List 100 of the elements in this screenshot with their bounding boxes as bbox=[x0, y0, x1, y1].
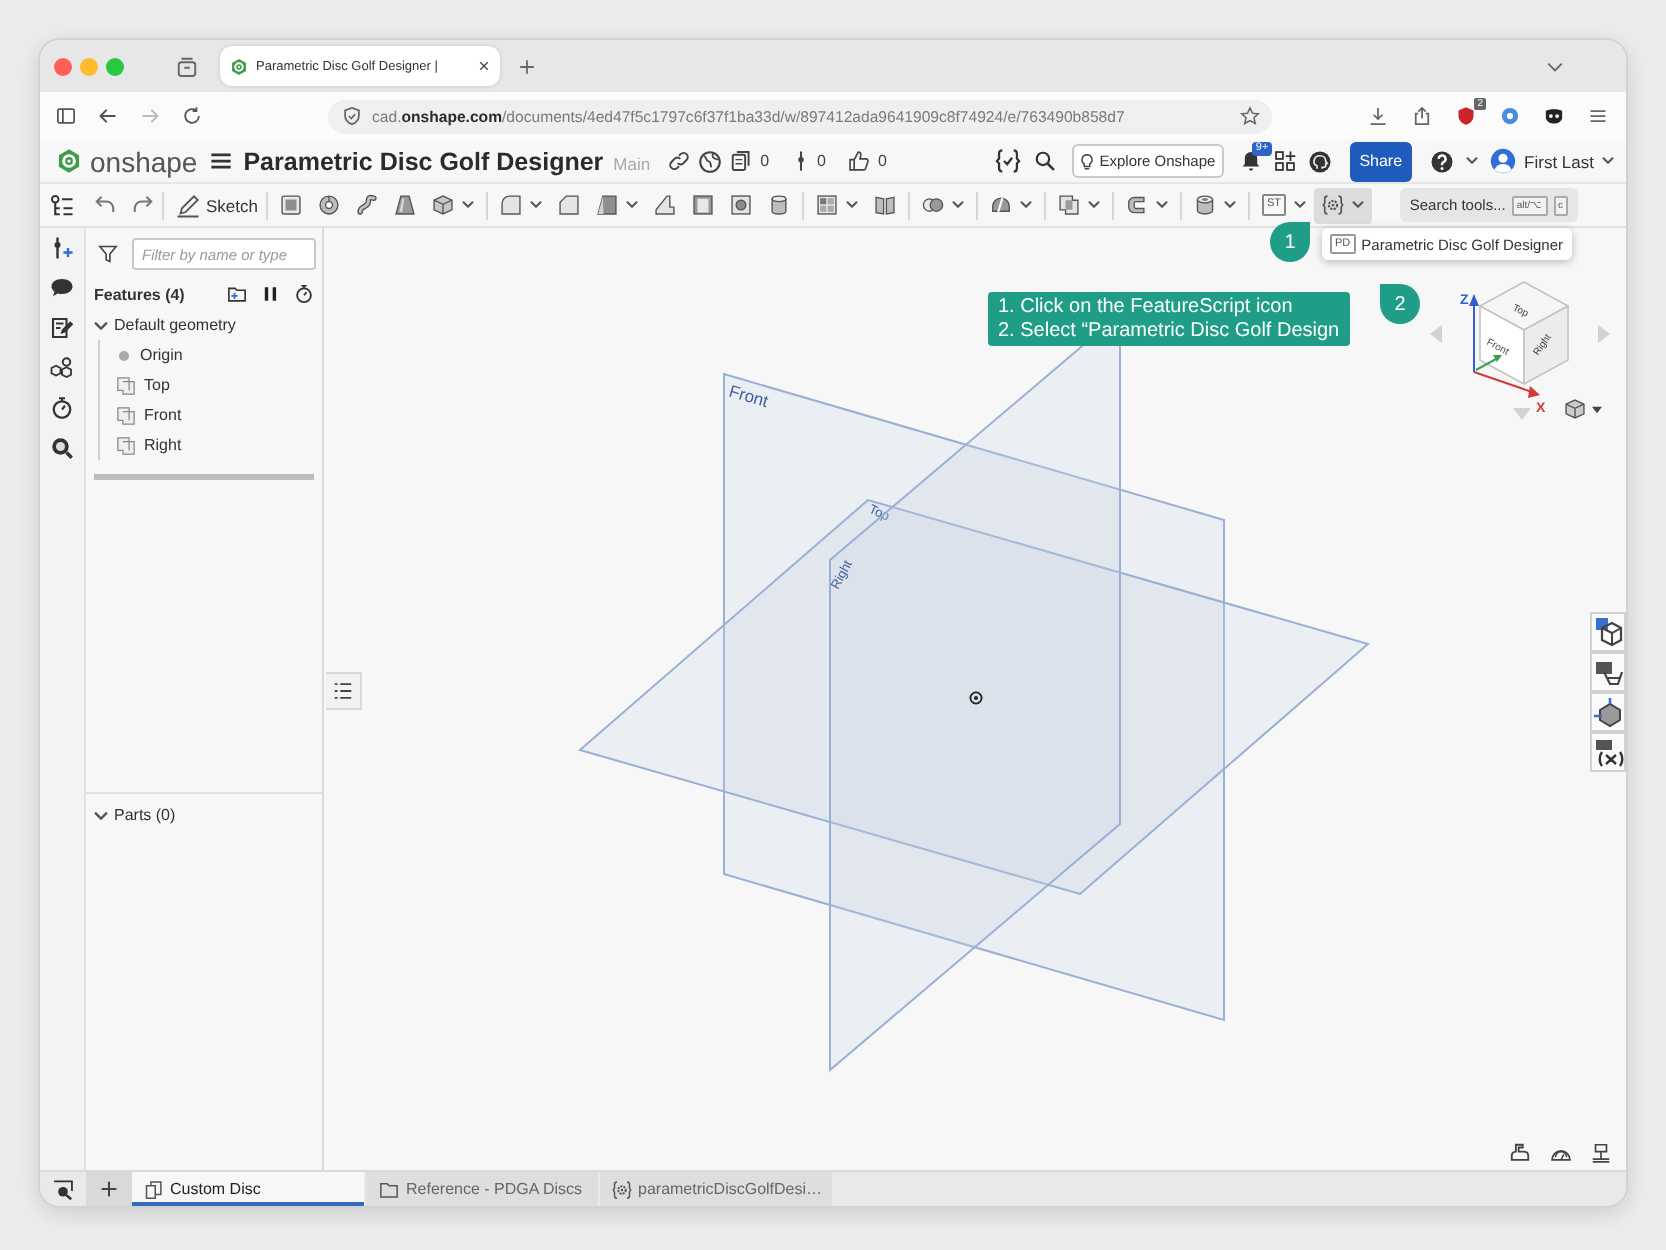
globe-icon[interactable] bbox=[698, 149, 723, 173]
point-icon bbox=[116, 347, 132, 363]
tree-item[interactable]: Front bbox=[144, 406, 182, 424]
caret-icon[interactable] bbox=[1224, 200, 1236, 210]
sidebar-icon[interactable] bbox=[56, 106, 76, 126]
gear-braces-icon[interactable] bbox=[612, 1179, 632, 1199]
hexagons-icon[interactable] bbox=[50, 356, 74, 380]
part-studio-icon[interactable] bbox=[144, 1179, 164, 1199]
apps-icon[interactable] bbox=[1273, 150, 1296, 172]
cube-face[interactable] bbox=[1479, 305, 1525, 385]
step-marker: 1 bbox=[1270, 222, 1310, 262]
logo-text: onshape bbox=[90, 145, 198, 177]
features-heading: Features (4) bbox=[94, 285, 187, 303]
back-arrow-icon[interactable] bbox=[98, 106, 118, 126]
head-profile-icon[interactable] bbox=[1307, 149, 1332, 173]
extension-icon[interactable] bbox=[1544, 106, 1564, 126]
tree-item[interactable]: Top bbox=[144, 376, 170, 394]
panel-toggle-button[interactable] bbox=[326, 672, 362, 710]
tool-button[interactable] bbox=[1314, 187, 1373, 223]
sketch-button[interactable]: Sketch bbox=[172, 193, 262, 217]
chevron-down-icon[interactable] bbox=[94, 319, 108, 331]
cube-icon[interactable] bbox=[1564, 398, 1586, 420]
document-title[interactable]: Parametric Disc Golf Designer bbox=[243, 147, 604, 175]
tab[interactable]: Custom Disc bbox=[132, 1172, 364, 1206]
undo-icon[interactable] bbox=[94, 194, 116, 216]
share-button[interactable]: Share bbox=[1349, 141, 1413, 181]
caret-icon[interactable] bbox=[626, 200, 638, 210]
pencil-icon bbox=[176, 193, 200, 217]
step-profile-icon bbox=[654, 194, 676, 216]
plane-label: Front bbox=[726, 380, 771, 412]
variable-icon[interactable] bbox=[1590, 732, 1626, 772]
caret-icon[interactable] bbox=[1466, 156, 1479, 166]
avatar-icon bbox=[1490, 148, 1517, 174]
folder-plus-icon[interactable] bbox=[226, 284, 248, 304]
caret-icon bbox=[1602, 156, 1614, 166]
plane-icon bbox=[116, 375, 136, 395]
shield-icon bbox=[342, 106, 362, 126]
pedestal-icon[interactable] bbox=[1590, 1142, 1612, 1164]
folder-icon[interactable] bbox=[378, 1179, 400, 1199]
caret-icon[interactable] bbox=[1294, 200, 1307, 210]
notes-icon[interactable] bbox=[50, 316, 74, 340]
tab[interactable]: parametricDiscGolfDesi… bbox=[600, 1172, 832, 1206]
help-icon[interactable] bbox=[1430, 149, 1455, 173]
tooltip-text: 1. Click on the FeatureScript icon bbox=[998, 296, 1295, 319]
download-icon[interactable] bbox=[1368, 106, 1388, 126]
lightbulb-icon bbox=[1077, 151, 1096, 171]
redo-icon[interactable] bbox=[132, 194, 154, 216]
grid-icon bbox=[816, 194, 838, 216]
parts-heading[interactable]: Parts (0) bbox=[114, 806, 176, 824]
caret-icon[interactable] bbox=[1352, 200, 1365, 210]
cylinder-icon bbox=[768, 194, 790, 216]
menu-icon[interactable] bbox=[1588, 106, 1608, 126]
box-basket-icon[interactable] bbox=[1590, 652, 1626, 692]
stamp-icon[interactable] bbox=[1508, 1142, 1532, 1164]
tree-item[interactable]: Origin bbox=[140, 346, 183, 364]
caret-icon[interactable] bbox=[1592, 405, 1602, 413]
menu-icon[interactable] bbox=[209, 150, 232, 172]
link-icon[interactable] bbox=[668, 150, 691, 172]
reload-icon[interactable] bbox=[182, 106, 202, 126]
tree-item[interactable]: Right bbox=[144, 436, 182, 454]
caret-icon[interactable] bbox=[462, 200, 474, 210]
caret-icon[interactable] bbox=[846, 200, 858, 210]
documents-icon[interactable] bbox=[730, 150, 753, 172]
bell-icon[interactable] bbox=[1239, 150, 1262, 172]
tree-item[interactable]: Default geometry bbox=[114, 316, 236, 334]
filter-icon[interactable] bbox=[98, 244, 118, 264]
share-icon[interactable] bbox=[1412, 106, 1432, 126]
comment-icon[interactable] bbox=[50, 276, 74, 300]
tab-overview-icon[interactable] bbox=[176, 55, 198, 77]
stopwatch-icon[interactable] bbox=[294, 284, 314, 304]
chevron-down-icon[interactable] bbox=[1546, 57, 1564, 75]
stopwatch-icon[interactable] bbox=[50, 396, 74, 420]
magnifier-icon[interactable] bbox=[50, 436, 74, 460]
caret-icon[interactable] bbox=[952, 200, 964, 210]
counter-value: 0 bbox=[760, 152, 770, 170]
close-icon[interactable] bbox=[478, 60, 490, 72]
add-tab-button[interactable] bbox=[86, 1172, 132, 1206]
caret-icon[interactable] bbox=[1088, 200, 1100, 210]
star-icon[interactable] bbox=[1240, 106, 1260, 126]
caret-icon[interactable] bbox=[1020, 200, 1032, 210]
gear-braces-icon bbox=[1322, 194, 1345, 216]
pause-icon[interactable] bbox=[262, 284, 280, 304]
pipe-icon bbox=[356, 194, 378, 216]
thumbs-up-icon[interactable] bbox=[848, 150, 870, 172]
braces-check-icon[interactable] bbox=[993, 148, 1022, 174]
chevron-down-icon[interactable] bbox=[94, 809, 108, 821]
feature-list-icon[interactable] bbox=[50, 193, 74, 217]
magnifier-screen-icon[interactable] bbox=[52, 1178, 74, 1200]
search-icon[interactable] bbox=[1033, 150, 1056, 172]
onshape-logo-icon[interactable] bbox=[56, 148, 82, 174]
axis-plus-icon[interactable] bbox=[50, 236, 74, 260]
counter-value: 0 bbox=[878, 152, 887, 170]
caret-icon[interactable] bbox=[1156, 200, 1168, 210]
caret-icon[interactable] bbox=[530, 200, 542, 210]
user-menu-button[interactable]: First Last bbox=[1490, 148, 1614, 174]
tab[interactable]: Reference - PDGA Discs bbox=[366, 1172, 598, 1206]
plane-icon bbox=[1058, 194, 1080, 216]
split-dome-icon bbox=[990, 194, 1012, 216]
new-tab-icon[interactable] bbox=[518, 57, 536, 75]
c-bracket-icon bbox=[1126, 194, 1148, 216]
